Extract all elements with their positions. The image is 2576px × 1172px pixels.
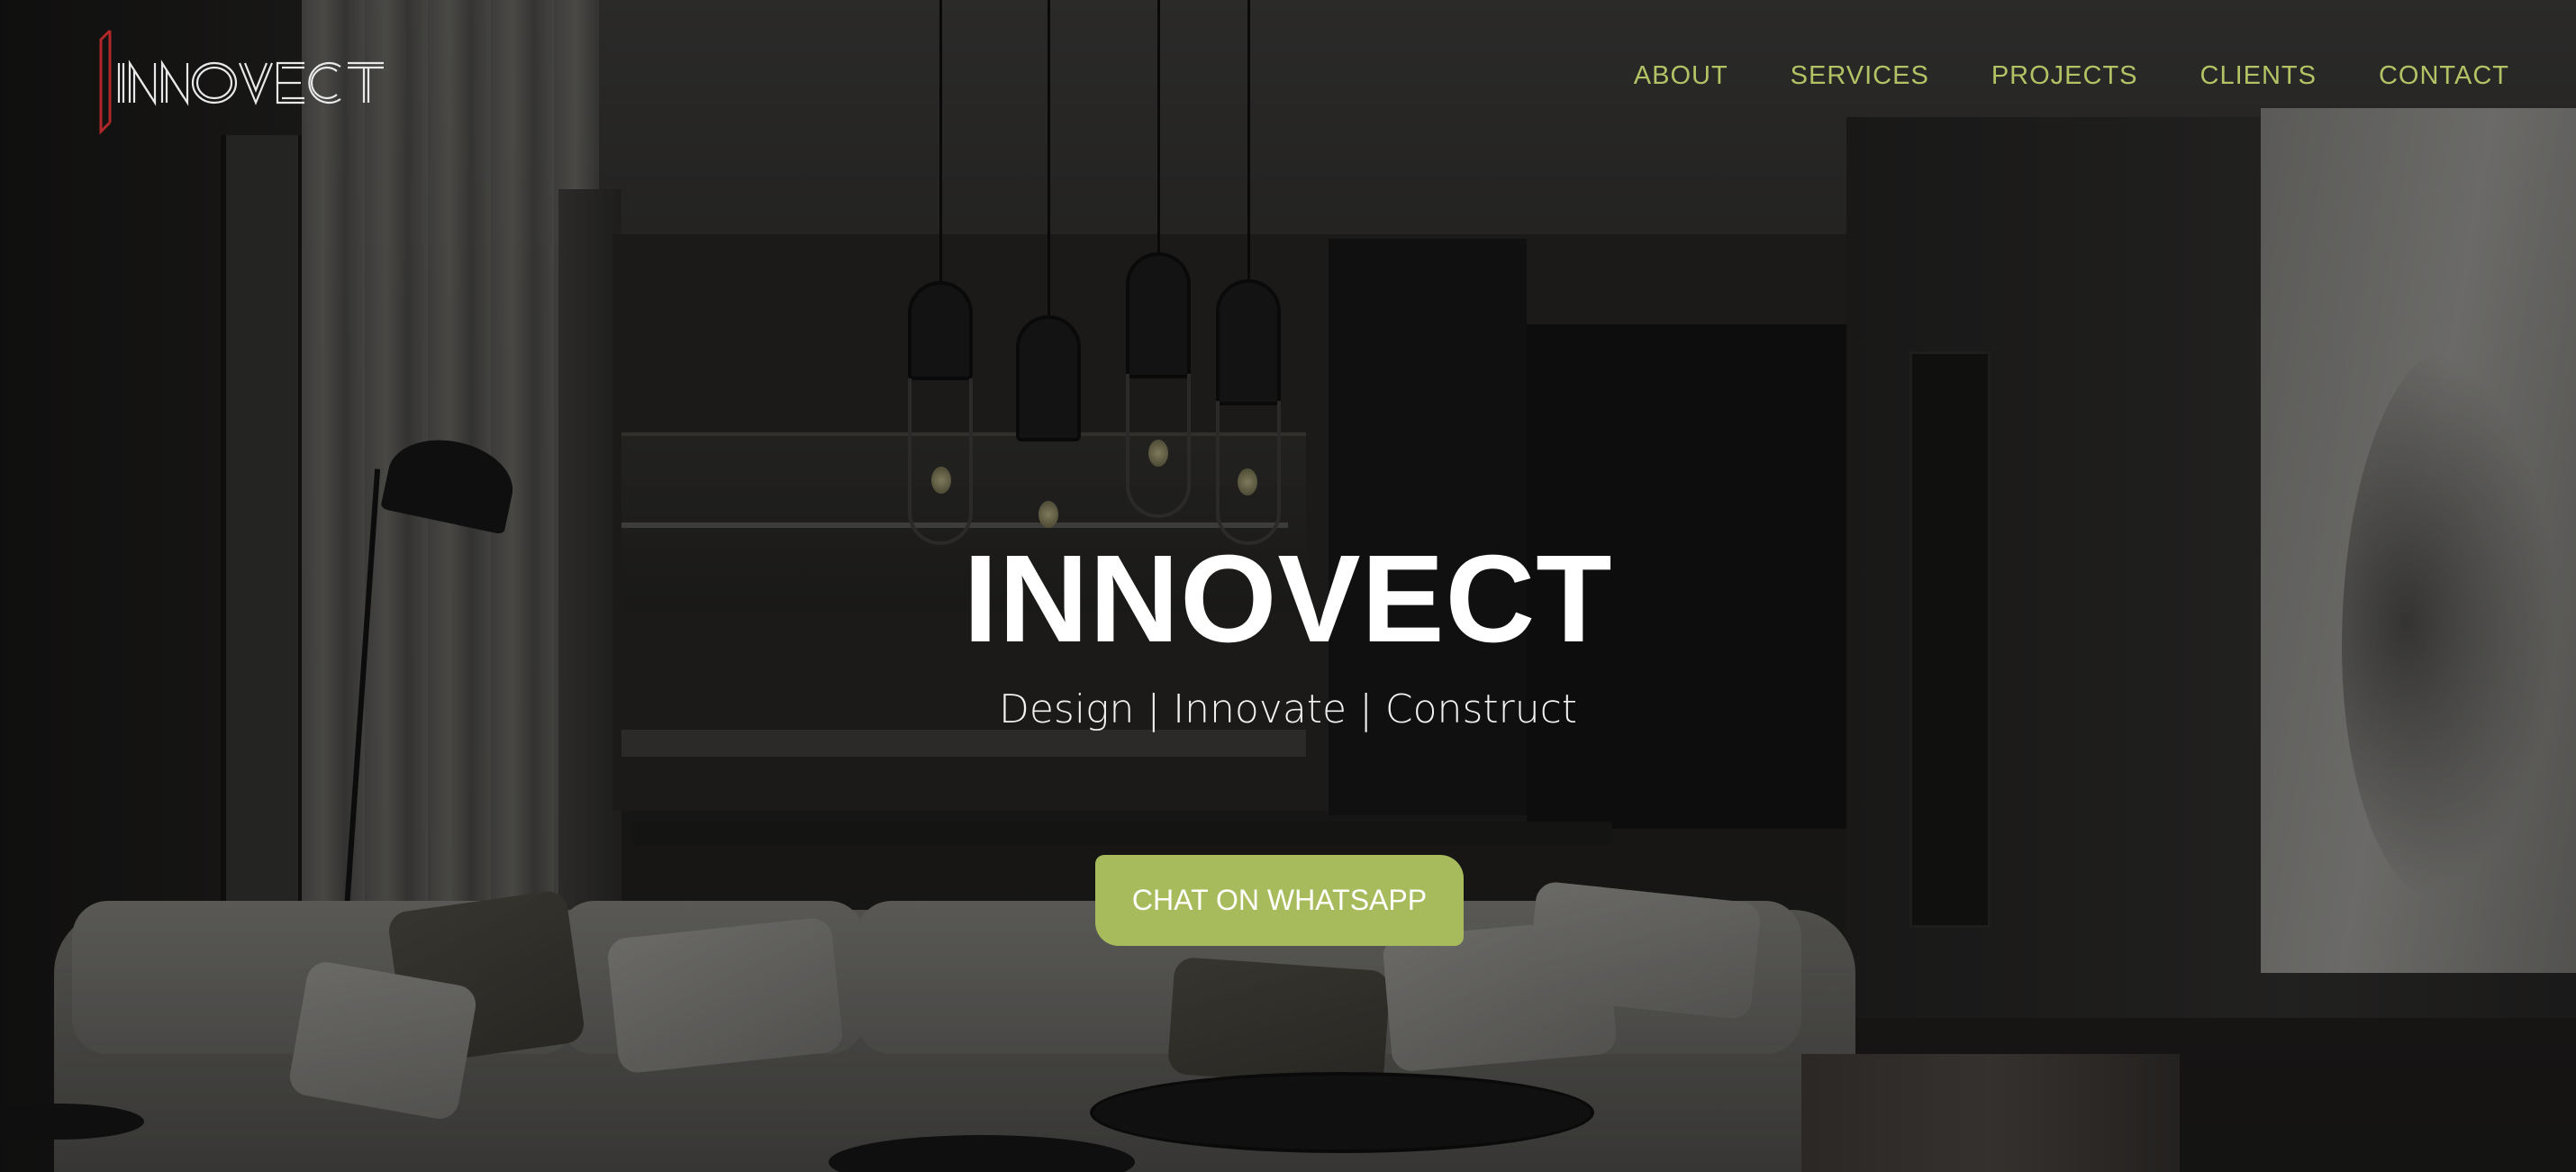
nav-link-contact[interactable]: CONTACT <box>2379 59 2509 92</box>
nav-link-projects[interactable]: PROJECTS <box>1991 59 2138 92</box>
nav-link-clients[interactable]: CLIENTS <box>2200 59 2317 92</box>
chat-on-whatsapp-button[interactable]: CHAT ON WHATSAPP <box>1095 855 1464 946</box>
nav-item-about: ABOUT <box>1634 59 1728 92</box>
logo-icon <box>99 29 384 135</box>
nav-link-services[interactable]: SERVICES <box>1791 59 1929 92</box>
nav-link-about[interactable]: ABOUT <box>1634 59 1728 92</box>
hero-section: ABOUT SERVICES PROJECTS CLIENTS CONTACT … <box>0 0 2576 1172</box>
nav-item-clients: CLIENTS <box>2200 59 2317 92</box>
hero-title: INNOVECT <box>963 530 1613 668</box>
nav-list: ABOUT SERVICES PROJECTS CLIENTS CONTACT <box>1634 59 2509 92</box>
nav-item-services: SERVICES <box>1791 59 1929 92</box>
innovect-logo[interactable] <box>99 27 387 135</box>
hero-tagline: Design | Innovate | Construct <box>998 686 1578 732</box>
nav-item-projects: PROJECTS <box>1991 59 2138 92</box>
hero-content: INNOVECT Design | Innovate | Construct <box>0 531 2576 735</box>
nav-item-contact: CONTACT <box>2379 59 2509 92</box>
